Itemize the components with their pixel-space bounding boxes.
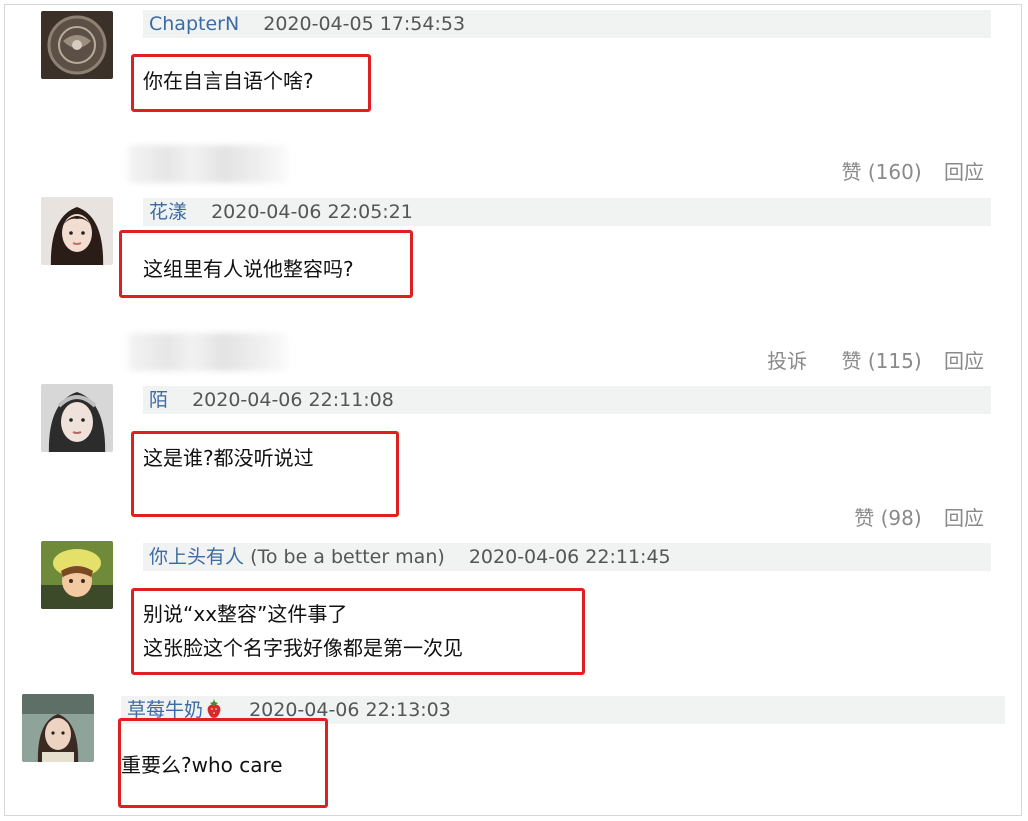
avatar-chaptern[interactable]	[41, 11, 113, 79]
like-button[interactable]: 赞 (115)	[842, 349, 922, 373]
avatar-caomeiniunai[interactable]	[22, 694, 94, 762]
comment-time: 2020-04-06 22:11:45	[468, 546, 671, 568]
comment-header: 你上头有人 (To be a better man) 2020-04-06 22…	[143, 543, 991, 571]
blurred-reply-quote	[128, 333, 288, 371]
comment-time: 2020-04-06 22:11:08	[192, 389, 394, 411]
comment-header: 陌 2020-04-06 22:11:08	[143, 386, 991, 414]
avatar-nishangtouyouren[interactable]	[41, 541, 113, 609]
comment-time: 2020-04-06 22:05:21	[211, 201, 413, 223]
reply-button[interactable]: 回应	[944, 506, 984, 530]
avatar-mo[interactable]	[41, 384, 113, 452]
comment-time: 2020-04-05 17:54:53	[263, 13, 466, 35]
user-nickname: (To be a better man)	[250, 546, 445, 568]
comment-actions: 赞 (160) 回应	[826, 156, 985, 185]
username-link[interactable]: ChapterN	[149, 13, 239, 35]
comment-actions: 投诉 赞 (115) 回应	[751, 345, 984, 374]
strawberry-icon	[207, 699, 221, 718]
comment-header: ChapterN 2020-04-05 17:54:53	[143, 10, 991, 38]
username-link[interactable]: 陌	[149, 389, 168, 411]
highlight-box	[131, 588, 585, 675]
username-link[interactable]: 你上头有人	[149, 546, 244, 568]
highlight-box	[118, 718, 328, 808]
like-button[interactable]: 赞 (98)	[854, 506, 921, 530]
report-button[interactable]: 投诉	[767, 349, 807, 373]
highlight-box	[119, 230, 413, 298]
blurred-reply-quote	[128, 145, 288, 183]
comment-actions: 赞 (98) 回应	[838, 502, 984, 531]
username-link[interactable]: 花漾	[149, 201, 187, 223]
reply-button[interactable]: 回应	[944, 349, 984, 373]
like-button[interactable]: 赞 (160)	[842, 160, 922, 184]
comment-header: 花漾 2020-04-06 22:05:21	[143, 198, 991, 226]
avatar-huayang[interactable]	[41, 197, 113, 265]
highlight-box	[131, 54, 371, 112]
reply-button[interactable]: 回应	[944, 160, 984, 184]
highlight-box	[131, 431, 399, 517]
